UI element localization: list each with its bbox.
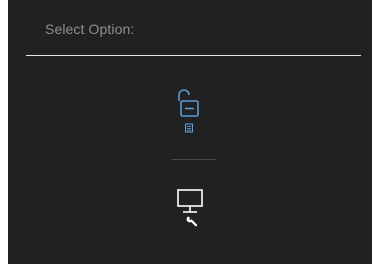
unlock-option-button[interactable] — [168, 86, 208, 136]
header-divider — [26, 55, 361, 56]
unlock-menu-icon — [178, 89, 199, 133]
option-separator — [172, 159, 216, 160]
diagnostics-option-button[interactable] — [172, 186, 208, 232]
osd-dialog: Select Option: — [8, 0, 372, 264]
monitor-diagnostics-icon — [177, 189, 203, 227]
dialog-prompt: Select Option: — [45, 21, 135, 37]
